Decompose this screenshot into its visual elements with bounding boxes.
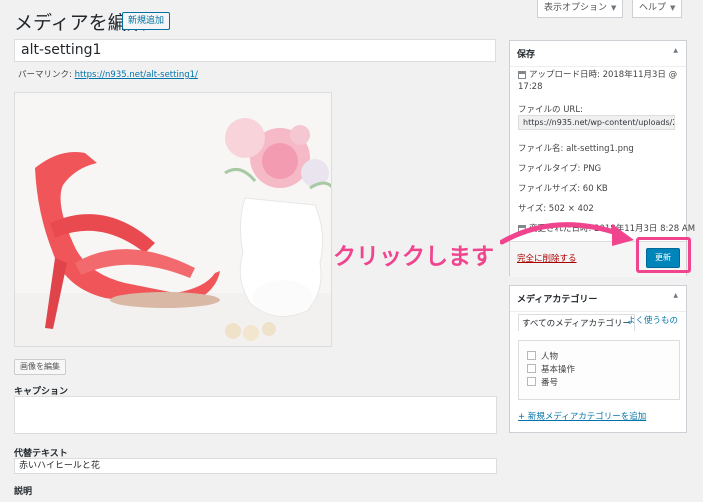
category-label: 番号 (541, 377, 559, 388)
title-input[interactable]: alt-setting1 (14, 39, 496, 62)
annotation-arrow-icon (500, 222, 634, 246)
caret-down-icon: ▼ (670, 4, 676, 12)
delete-permanently-link[interactable]: 完全に削除する (517, 252, 577, 264)
tab-popular-label: よく使うもの (626, 316, 678, 326)
caption-textarea[interactable] (14, 396, 497, 434)
add-new-button[interactable]: 新規追加 (122, 12, 171, 30)
screen-options-button[interactable]: 表示オプション ▼ (537, 0, 624, 18)
file-type: ファイルタイプ: PNG (518, 164, 602, 174)
media-image (14, 92, 332, 347)
annotation-highlight (636, 237, 691, 273)
file-url-input[interactable]: https://n935.net/wp-content/uploads/20 (518, 115, 675, 130)
checkbox[interactable] (527, 364, 536, 373)
permalink-label: パーマリンク: (18, 70, 72, 80)
file-size: ファイルサイズ: 60 KB (518, 184, 608, 194)
edit-image-button[interactable]: 画像を編集 (14, 359, 66, 375)
file-url-label: ファイルの URL: (518, 105, 583, 115)
category-checklist: 人物 基本操作 番号 (518, 340, 680, 400)
description-label: 説明 (14, 487, 33, 497)
permalink: パーマリンク: https://n935.net/alt-setting1/ (18, 68, 198, 80)
calendar-icon (518, 70, 526, 79)
caret-down-icon: ▼ (611, 4, 617, 12)
tab-popular[interactable]: よく使うもの (518, 316, 678, 327)
checkbox[interactable] (527, 377, 536, 386)
add-new-category-link[interactable]: + 新規メディアカテゴリーを追加 (518, 410, 646, 422)
save-panel-title: 保存 (510, 41, 686, 67)
collapse-arrow-icon[interactable]: ▲ (673, 292, 678, 299)
checkbox[interactable] (527, 351, 536, 360)
category-label: 人物 (541, 351, 559, 362)
screen-options-label: 表示オプション (544, 3, 608, 13)
list-item[interactable]: 番号 (527, 375, 679, 388)
file-name: ファイル名: alt-setting1.png (518, 144, 634, 154)
media-category-panel: メディアカテゴリー ▲ すべてのメディアカテゴリー よく使うもの 人物 基本操作… (509, 285, 687, 433)
list-item[interactable]: 人物 (527, 349, 679, 362)
collapse-arrow-icon[interactable]: ▲ (673, 47, 678, 54)
annotation-text: クリックします (333, 244, 494, 270)
uploaded-on: アップロード日時: 2018年11月3日 @ 17:28 (518, 69, 683, 93)
uploaded-on-label: アップロード日時: (529, 70, 600, 80)
help-label: ヘルプ (639, 3, 667, 13)
help-button[interactable]: ヘルプ ▼ (632, 0, 683, 18)
alt-text-input[interactable]: 赤いハイヒールと花 (14, 458, 497, 474)
category-panel-title: メディアカテゴリー (510, 286, 686, 312)
category-label: 基本操作 (541, 364, 576, 375)
permalink-link[interactable]: https://n935.net/alt-setting1/ (75, 70, 198, 80)
list-item[interactable]: 基本操作 (527, 362, 679, 375)
